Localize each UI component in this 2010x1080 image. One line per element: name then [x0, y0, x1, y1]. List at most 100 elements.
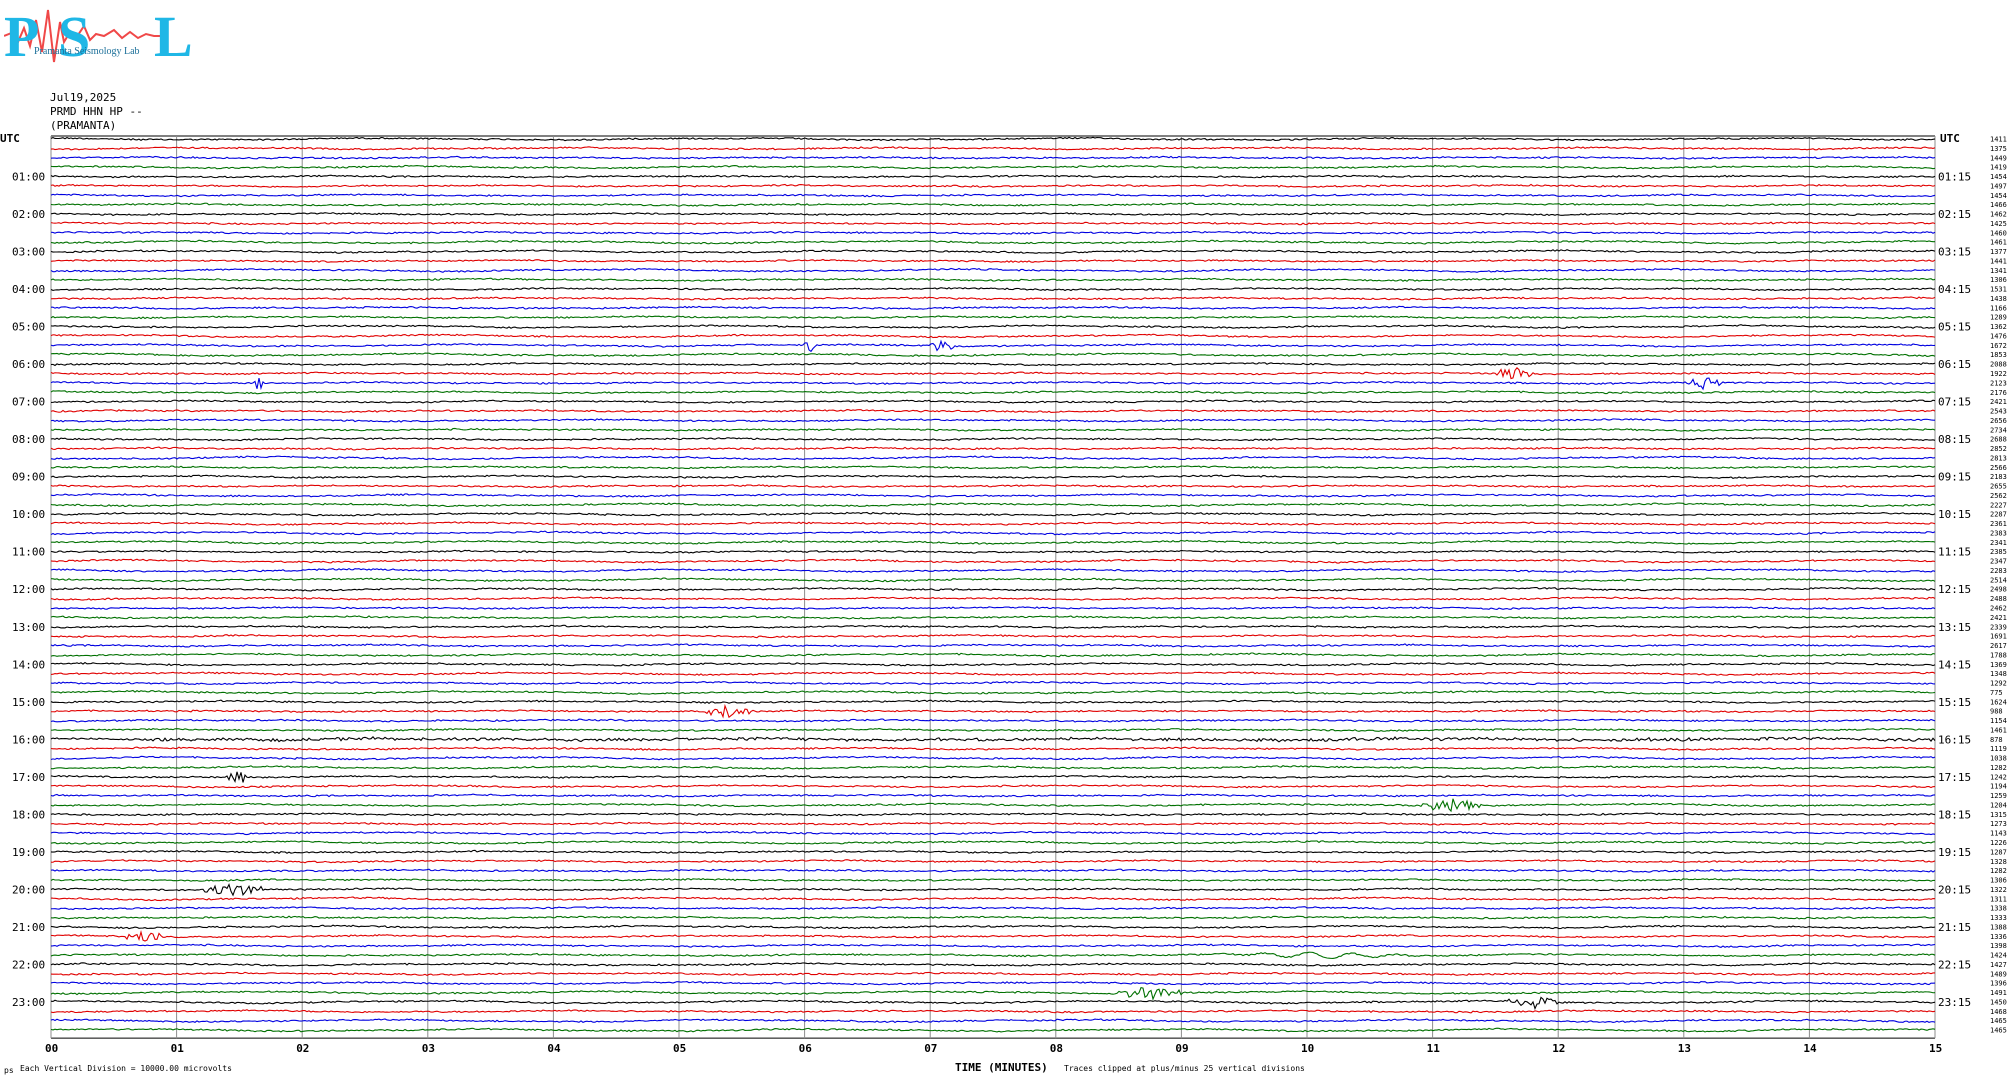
trace-line [50, 377, 1936, 391]
trace-value: 878 [1990, 736, 2003, 744]
utc-left-label: 11:00 [12, 546, 45, 559]
x-axis-title: TIME (MINUTES) [955, 1061, 1048, 1074]
trace-value: 2088 [1990, 361, 2007, 369]
trace-value: 1362 [1990, 323, 2007, 331]
trace-line [50, 409, 1936, 414]
trace-value: 2734 [1990, 426, 2007, 434]
trace-value: 1466 [1990, 201, 2007, 209]
trace-value: 2283 [1990, 567, 2007, 575]
trace-line [50, 277, 1936, 282]
trace-value: 2656 [1990, 417, 2007, 425]
trace-line [50, 202, 1936, 207]
trace-value: 1461 [1990, 726, 2007, 734]
utc-right-label: 21:15 [1938, 921, 1971, 934]
time-tick-label: 08 [1050, 1042, 1063, 1055]
trace-line [50, 736, 1936, 743]
trace-line [50, 986, 1936, 1001]
trace-line [50, 812, 1936, 817]
trace-value: 1322 [1990, 886, 2007, 894]
trace-line [50, 943, 1936, 948]
trace-value: 1348 [1990, 670, 2007, 678]
trace-value: 2852 [1990, 445, 2007, 453]
time-tick-label: 11 [1427, 1042, 1441, 1055]
trace-line [50, 746, 1936, 751]
trace-line [50, 971, 1936, 977]
trace-line [50, 699, 1936, 704]
utc-left-label: 18:00 [12, 808, 45, 821]
utc-left-label: 07:00 [12, 396, 45, 409]
time-x-axis: 00 01 02 03 04 05 06 07 08 09 10 11 12 13 14 15 [45, 1042, 1942, 1055]
trace-line [50, 951, 1936, 959]
trace-value: 1242 [1990, 773, 2007, 781]
trace-value: 2385 [1990, 548, 2007, 556]
trace-line [50, 465, 1936, 470]
trace-value: 1315 [1990, 811, 2007, 819]
trace-value: 1441 [1990, 257, 2007, 265]
time-tick-label: 14 [1803, 1042, 1817, 1055]
trace-value: 2813 [1990, 454, 2007, 462]
utc-right-label: 22:15 [1938, 958, 1971, 971]
utc-left-header: UTC [0, 132, 20, 145]
trace-line [50, 643, 1936, 648]
trace-line [50, 446, 1936, 451]
utc-right-label: 11:15 [1938, 546, 1971, 559]
trace-line [50, 511, 1936, 517]
trace-line [50, 577, 1936, 583]
utc-right-axis: UTC 01:15 02:15 03:15 04:15 05:15 06:15 07:15 08… [1938, 132, 1971, 1009]
trace-value: 2514 [1990, 576, 2007, 584]
trace-value: 2617 [1990, 642, 2007, 650]
trace-value: 2421 [1990, 614, 2007, 622]
trace-value: 1788 [1990, 651, 2007, 659]
trace-value: 2562 [1990, 492, 2007, 500]
utc-left-axis: UTC 01:00 02:00 03:00 04:00 05:00 06:00 07:00 08… [0, 132, 45, 1009]
trace-value: 1154 [1990, 717, 2007, 725]
trace-value: 1369 [1990, 661, 2007, 669]
trace-value: 2566 [1990, 464, 2007, 472]
utc-left-label: 13:00 [12, 621, 45, 634]
trace-value: 1489 [1990, 970, 2007, 978]
trace-value: 1282 [1990, 867, 2007, 875]
time-tick-label: 00 [45, 1042, 58, 1055]
time-tick-label: 03 [422, 1042, 435, 1055]
trace-value: 1396 [1990, 980, 2007, 988]
trace-value: 1038 [1990, 755, 2007, 763]
trace-line [50, 221, 1936, 226]
trace-value: 2421 [1990, 398, 2007, 406]
trace-value: 1375 [1990, 145, 2007, 153]
trace-value: 1226 [1990, 839, 2007, 847]
utc-right-label: 10:15 [1938, 508, 1971, 521]
trace-line [50, 230, 1936, 235]
trace-value: 2655 [1990, 483, 2007, 491]
trace-line [50, 539, 1936, 545]
trace-line [50, 624, 1936, 629]
trace-line [50, 1009, 1936, 1014]
trace-value: 2183 [1990, 473, 2007, 481]
trace-line [50, 315, 1936, 320]
utc-right-label: 20:15 [1938, 883, 1971, 896]
trace-value: 2227 [1990, 501, 2007, 509]
utc-left-label: 10:00 [12, 508, 45, 521]
trace-value: 1461 [1990, 239, 2007, 247]
trace-line [50, 868, 1936, 873]
trace-line [50, 183, 1936, 188]
trace-value: 2688 [1990, 436, 2007, 444]
trace-value: 1491 [1990, 989, 2007, 997]
trace-line [50, 1018, 1936, 1024]
helicorder-plot: UTC 01:00 02:00 03:00 04:00 05:00 06:00 07:00 08… [0, 132, 2007, 1055]
trace-value: 2287 [1990, 511, 2007, 519]
trace-line [50, 305, 1936, 310]
trace-line [50, 883, 1936, 897]
trace-line [50, 615, 1936, 620]
trace-line [50, 586, 1936, 592]
trace-value: 1468 [1990, 1008, 2007, 1016]
trace-line [50, 493, 1936, 498]
utc-right-header: UTC [1940, 132, 1960, 145]
trace-value: 2347 [1990, 558, 2007, 566]
trace-value: 1476 [1990, 332, 2007, 340]
trace-value: 1388 [1990, 923, 2007, 931]
trace-line [50, 521, 1936, 526]
trace-value: 2462 [1990, 605, 2007, 613]
trace-line [50, 352, 1936, 358]
utc-left-label: 15:00 [12, 696, 45, 709]
trace-line [50, 333, 1936, 339]
